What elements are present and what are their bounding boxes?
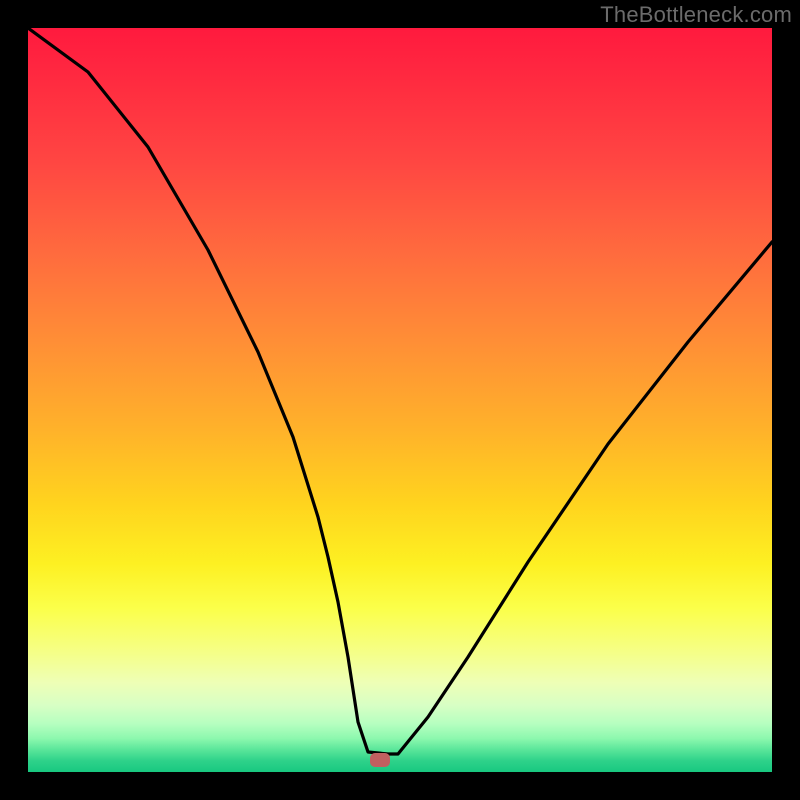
optimal-marker xyxy=(370,753,390,767)
watermark-text: TheBottleneck.com xyxy=(600,2,792,28)
plot-area xyxy=(28,28,772,772)
chart-frame: TheBottleneck.com xyxy=(0,0,800,800)
bottleneck-curve xyxy=(28,28,772,772)
